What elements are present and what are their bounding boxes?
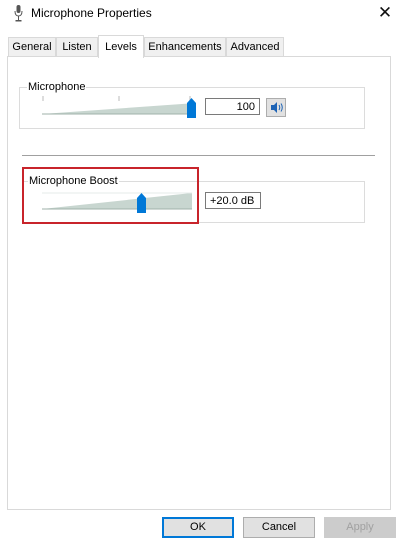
highlight-box — [22, 167, 199, 224]
tab-listen[interactable]: Listen — [56, 37, 98, 56]
tab-enhancements[interactable]: Enhancements — [144, 37, 226, 56]
microphone-icon — [14, 5, 23, 22]
close-button[interactable]: ✕ — [372, 2, 398, 24]
microphone-level-field[interactable]: 100 — [205, 98, 260, 115]
close-icon: ✕ — [377, 3, 393, 22]
tab-advanced[interactable]: Advanced — [226, 37, 284, 56]
cancel-button[interactable]: Cancel — [243, 517, 315, 538]
tab-general[interactable]: General — [8, 37, 56, 56]
title-bar: Microphone Properties ✕ — [0, 0, 404, 28]
ok-button[interactable]: OK — [162, 517, 234, 538]
divider — [22, 155, 375, 156]
microphone-slider-track — [42, 103, 196, 115]
boost-level-field[interactable]: +20.0 dB — [205, 192, 261, 209]
apply-button[interactable]: Apply — [324, 517, 396, 538]
microphone-slider-thumb[interactable] — [187, 98, 196, 118]
microphone-slider[interactable] — [42, 96, 200, 120]
microphone-label: Microphone — [27, 81, 87, 93]
tab-levels[interactable]: Levels — [98, 35, 144, 58]
window-title: Microphone Properties — [31, 6, 152, 20]
mute-toggle-button[interactable] — [266, 98, 286, 117]
speaker-icon — [271, 102, 283, 113]
